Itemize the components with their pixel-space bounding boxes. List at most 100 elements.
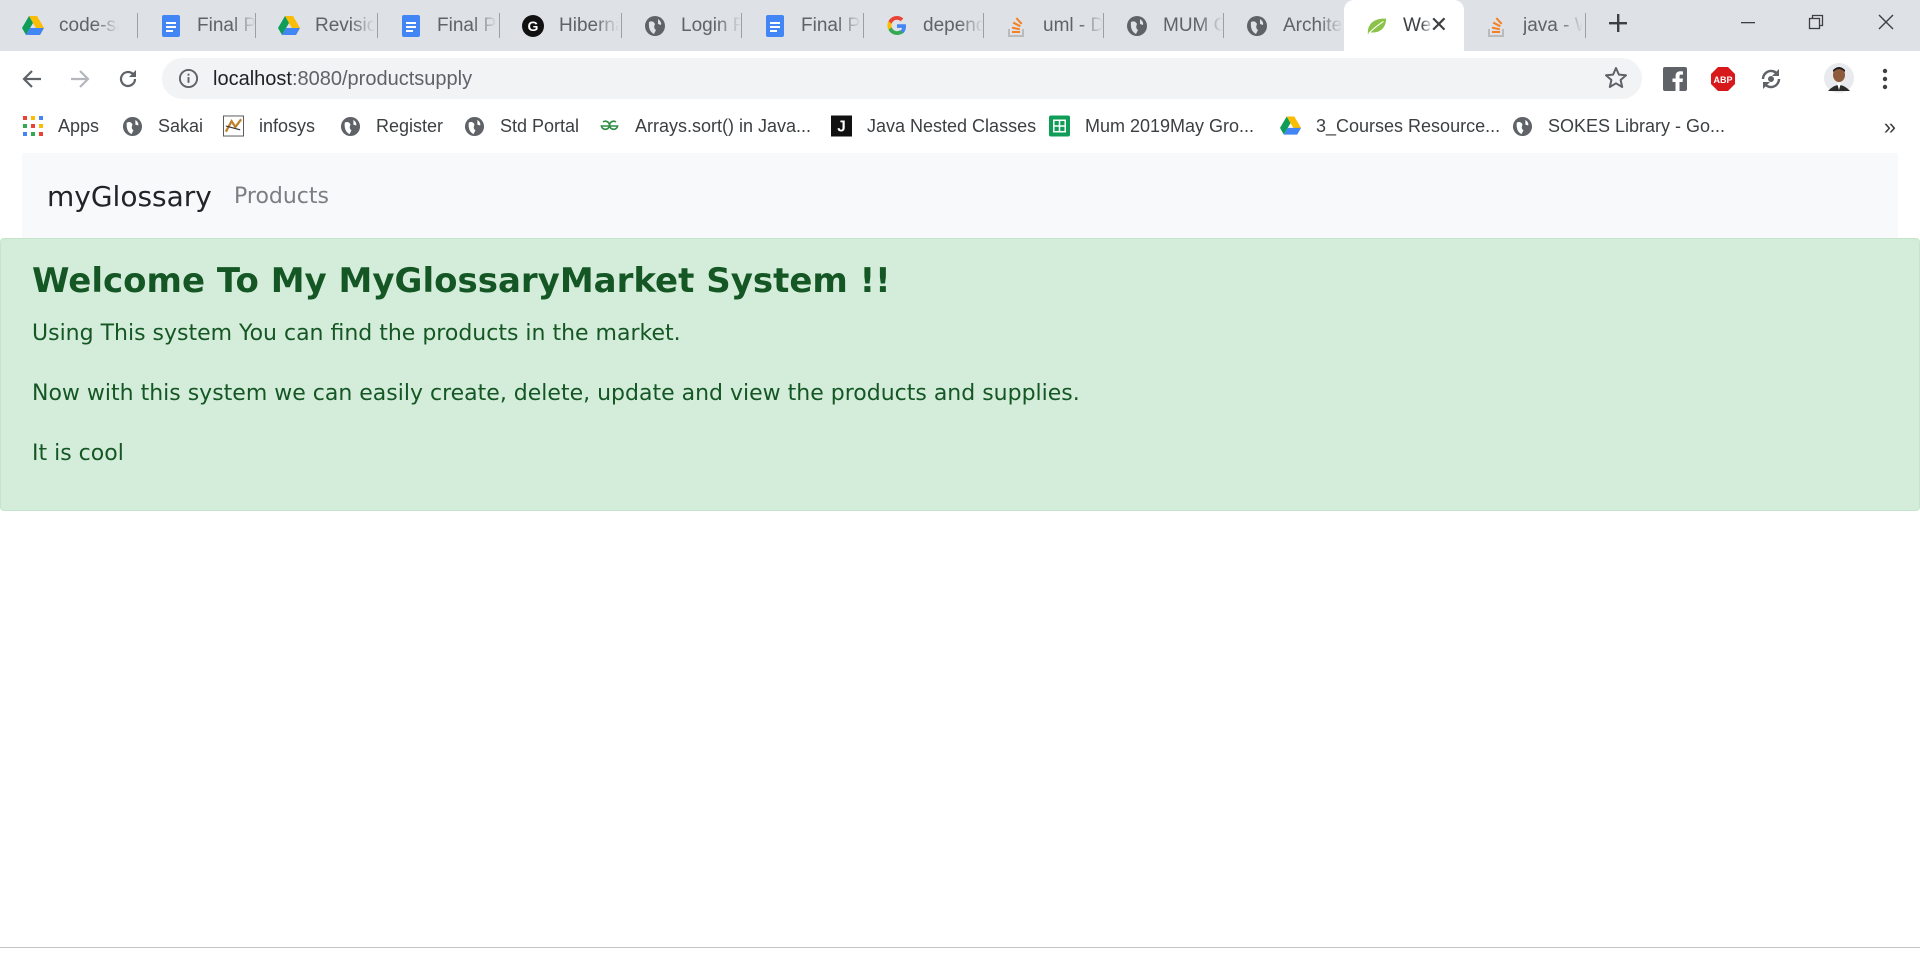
bookmarks-overflow-button[interactable]: » [1884, 114, 1896, 140]
tab-title: depend [923, 14, 983, 36]
bookmark-label: Apps [58, 115, 100, 136]
github-icon: G [522, 14, 544, 37]
tab-archite[interactable]: Archite [1224, 0, 1344, 51]
bookmark-sokes-library[interactable]: SOKES Library - Go... [1512, 114, 1725, 138]
tab-login-r[interactable]: Login R [622, 0, 742, 51]
tab-title: MUM C [1163, 14, 1223, 36]
bookmark-label: 3_Courses Resource... [1316, 115, 1501, 136]
spring-leaf-icon [1366, 15, 1388, 37]
tab-welcome-active[interactable]: Wel ✕ [1344, 0, 1464, 51]
new-tab-button[interactable] [1602, 10, 1634, 42]
restore-button[interactable] [1782, 0, 1850, 44]
sync-extension-icon[interactable] [1758, 66, 1784, 92]
globe-icon [340, 116, 361, 137]
reload-button[interactable] [111, 62, 145, 96]
google-drive-icon [1280, 116, 1301, 137]
minimize-button[interactable] [1714, 0, 1782, 44]
arrow-right-icon [71, 70, 90, 88]
globe-icon [464, 116, 485, 137]
bookmark-star-icon[interactable] [1604, 66, 1628, 90]
tab-uml-d[interactable]: uml - D [984, 0, 1104, 51]
svg-text:J: J [837, 119, 846, 136]
tab-mum-c[interactable]: MUM C [1104, 0, 1224, 51]
page-bottom-divider [0, 947, 1920, 948]
tab-title: Login R [681, 14, 741, 36]
google-drive-icon [278, 15, 300, 37]
tab-final-pr-1[interactable]: Final Pr [138, 0, 256, 51]
tab-code-sa[interactable]: code-sa [0, 0, 138, 51]
globe-icon [122, 116, 143, 137]
tab-title: Final Pr [437, 14, 497, 36]
tab-title: uml - D [1043, 14, 1103, 36]
back-button[interactable] [15, 62, 49, 96]
minimize-icon [1741, 22, 1755, 24]
geeksforgeeks-icon [599, 116, 620, 137]
bookmark-java-nested-classes[interactable]: J Java Nested Classes [831, 114, 1036, 138]
bookmark-label: SOKES Library - Go... [1548, 115, 1726, 136]
url-path: :8080/productsupply [291, 68, 473, 90]
tab-final-pr-2[interactable]: Final Pr [378, 0, 500, 51]
tab-hiberna[interactable]: G Hiberna [500, 0, 622, 51]
tab-title: Final Pr [197, 14, 256, 36]
tab-java-w[interactable]: java - W [1464, 0, 1586, 51]
url-host: localhost [213, 68, 292, 90]
bookmark-label: Sakai [158, 115, 204, 136]
bookmark-label: Std Portal [500, 115, 580, 136]
infosys-icon [223, 115, 244, 137]
intro-line-1: Using This system You can find the produ… [32, 321, 681, 346]
close-window-button[interactable] [1852, 0, 1920, 44]
intro-line-2: Now with this system we can easily creat… [32, 381, 1080, 406]
bookmark-arrays-sort[interactable]: Arrays.sort() in Java... [599, 114, 811, 138]
globe-icon [1126, 15, 1148, 37]
adblock-plus-icon[interactable]: ABP [1710, 66, 1736, 92]
close-tab-icon[interactable]: ✕ [1430, 13, 1448, 37]
bookmark-infosys[interactable]: infosys [223, 114, 315, 138]
stackoverflow-icon [1006, 15, 1028, 37]
tab-title: Final Pr [801, 14, 861, 36]
intro-line-3: It is cool [32, 441, 124, 466]
menu-kebab-icon[interactable] [1872, 66, 1898, 92]
tab-depend[interactable]: depend [864, 0, 984, 51]
google-docs-icon [400, 14, 422, 37]
abp-label: ABP [1713, 75, 1732, 85]
restore-icon [1808, 14, 1824, 30]
plus-icon [1609, 14, 1627, 32]
google-drive-icon [22, 15, 44, 37]
facebook-extension-icon[interactable] [1662, 66, 1688, 92]
nav-link-products[interactable]: Products [234, 184, 329, 209]
tab-title: Wel [1403, 14, 1433, 36]
bookmark-apps[interactable]: Apps [22, 114, 99, 138]
address-bar[interactable]: localhost:8080/productsupply [162, 58, 1642, 99]
arrow-left-icon [22, 70, 41, 88]
bookmark-label: Java Nested Classes [867, 115, 1037, 136]
tab-final-pr-3[interactable]: Final Pr [742, 0, 864, 51]
info-icon[interactable] [178, 68, 199, 89]
google-icon [886, 15, 908, 37]
bookmark-label: infosys [259, 115, 316, 136]
reload-icon [119, 70, 137, 88]
forward-button[interactable] [63, 62, 97, 96]
bookmark-sakai[interactable]: Sakai [122, 114, 203, 138]
url-text[interactable]: localhost:8080/productsupply [213, 68, 472, 91]
tab-title: Hiberna [559, 14, 619, 36]
bookmark-std-portal[interactable]: Std Portal [464, 114, 579, 138]
bookmark-mum-2019may[interactable]: Mum 2019May Gro... [1049, 114, 1254, 138]
welcome-alert: Welcome To My MyGlossaryMarket System !!… [0, 238, 1920, 511]
google-sheets-icon [1049, 115, 1070, 137]
bookmark-label: Arrays.sort() in Java... [635, 115, 812, 136]
tab-title: java - W [1523, 14, 1583, 36]
tab-revision[interactable]: Revision [256, 0, 378, 51]
bookmark-label: Mum 2019May Gro... [1085, 115, 1255, 136]
svg-text:G: G [528, 18, 539, 34]
site-navbar: myGlossary Products [22, 153, 1898, 239]
profile-avatar[interactable] [1822, 61, 1856, 95]
tab-title: Archite [1283, 14, 1343, 36]
tab-title: Revision [315, 14, 375, 36]
bookmark-register[interactable]: Register [340, 114, 443, 138]
j-icon: J [831, 115, 852, 137]
apps-grid-icon [22, 116, 43, 137]
navbar-brand[interactable]: myGlossary [47, 180, 212, 213]
bookmark-label: Register [376, 115, 444, 136]
bookmark-3-courses[interactable]: 3_Courses Resource... [1280, 114, 1500, 138]
bookmarks-bar: Apps Sakai infosys Register Std Portal A… [0, 106, 1920, 145]
